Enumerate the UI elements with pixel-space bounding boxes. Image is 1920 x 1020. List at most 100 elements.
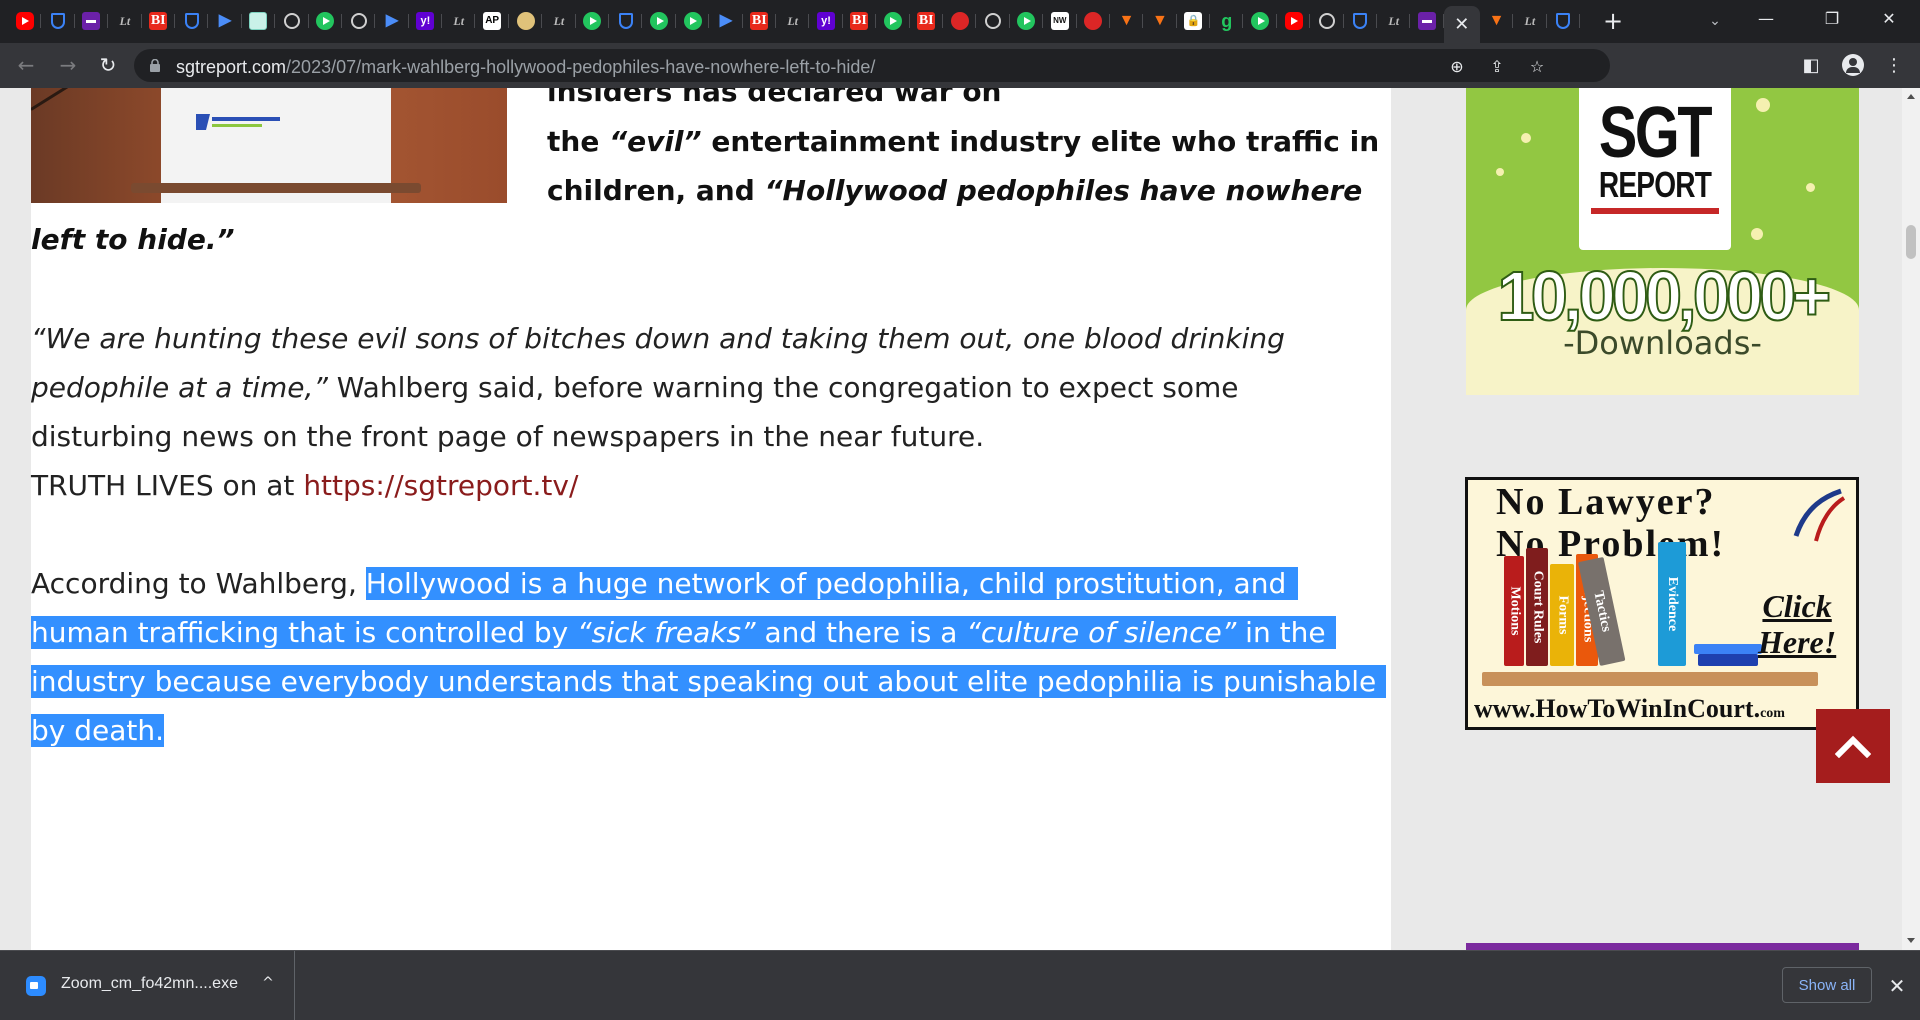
browser-tab[interactable]: Lt [108,6,142,36]
quote-text: Wahlberg said, before warning the congre… [327,371,1239,404]
new-tab-button[interactable]: + [1598,6,1628,36]
bookmark-star-icon[interactable]: ☆ [1527,56,1547,76]
browser-tab[interactable]: ▼ [1110,6,1144,36]
tab-list: Lt BI ▶ ▶ y! Lt AP Lt ▶ BI Lt y! BI BI NW ▼ ▼ 🔒 g Lt ✕ ▼ Lt [8,6,1581,43]
browser-tab[interactable]: ▼ [1143,6,1178,36]
lock-icon[interactable] [150,59,160,72]
browser-tab[interactable]: g [1210,6,1244,36]
browser-tab[interactable]: NW [1043,6,1077,36]
chevron-up-icon[interactable]: ^ [256,971,280,995]
back-button[interactable]: ← [12,51,40,79]
close-download-bar-icon[interactable]: ✕ [1884,973,1910,999]
browser-tab[interactable] [1310,6,1345,36]
article-hero-image[interactable] [31,88,507,203]
browser-tab[interactable]: Lt [776,6,810,36]
browser-tab[interactable] [309,6,343,36]
quote-culture-of-silence: “culture of silence” [966,616,1237,649]
browser-tab[interactable] [943,6,977,36]
browser-tab[interactable] [1077,6,1111,36]
page-scrollbar[interactable] [1902,88,1920,950]
browser-tab[interactable] [275,6,309,36]
play-icon [583,12,602,30]
click-here-link[interactable]: Click Here! [1758,588,1836,660]
show-all-downloads-button[interactable]: Show all [1782,967,1872,1003]
sgt-logo: SGT REPORT [1579,88,1731,250]
back-to-top-button[interactable] [1816,709,1890,783]
browser-tab[interactable] [576,6,610,36]
url-path: /2023/07/mark-wahlberg-hollywood-pedophi… [286,57,876,77]
sgt-report-ad[interactable]: SGT REPORT 10,000,000+ -Downloads- [1466,88,1859,395]
browser-tab[interactable] [1547,6,1581,36]
browser-tab[interactable] [642,6,677,36]
window-close-button[interactable]: ✕ [1866,0,1912,37]
browser-tab[interactable] [609,6,643,36]
scroll-up-arrow-icon[interactable] [1907,94,1915,99]
browser-tab[interactable] [8,6,42,36]
browser-tab-active[interactable]: ✕ [1443,6,1480,43]
browser-tab[interactable]: BI [743,6,777,36]
selected-text: industry because everybody understands t… [31,665,1387,698]
bi-icon: BI [750,12,769,30]
forward-button[interactable]: → [54,51,82,79]
book-label: Evidence [1665,576,1681,632]
profile-avatar[interactable] [1842,54,1864,76]
browser-tab[interactable] [1010,6,1044,36]
sgtreport-tv-link[interactable]: https://sgtreport.tv/ [303,469,578,502]
minimize-button[interactable]: — [1743,0,1789,37]
lock-icon: 🔒 [1184,12,1203,30]
zoom-icon[interactable]: ⊕ [1447,56,1467,76]
browser-tab[interactable] [676,6,710,36]
browser-menu-icon[interactable]: ⋮ [1880,51,1908,79]
restore-button[interactable]: ❐ [1809,0,1855,37]
browser-tab[interactable]: y! [409,6,443,36]
tab-search-button[interactable]: ⌄ [1700,6,1730,36]
browser-tab[interactable]: AP [475,6,510,36]
browser-tab[interactable]: ▶ [375,6,410,36]
browser-tab[interactable] [509,6,543,36]
browser-tab[interactable]: ▶ [208,6,243,36]
browser-tab[interactable]: Lt [542,6,577,36]
browser-tab[interactable] [1243,6,1278,36]
share-icon[interactable]: ⇪ [1487,56,1507,76]
browser-tab[interactable] [1344,6,1378,36]
selected-text: human trafficking that is controlled by … [31,616,1336,649]
browser-tab[interactable] [175,6,209,36]
browser-tab[interactable] [342,6,376,36]
logo-red-bar [1591,208,1719,214]
how-to-win-in-court-ad[interactable]: No Lawyer? No Problem! Motions Court Rul… [1465,477,1859,730]
selected-text-part: in the [1236,616,1326,649]
bookmark-icon: ▼ [1152,12,1168,29]
downloads-label: -Downloads- [1563,324,1762,362]
browser-tab[interactable]: 🔒 [1177,6,1211,36]
url-text[interactable]: sgtreport.com/2023/07/mark-wahlberg-holl… [176,57,875,78]
browser-tab[interactable]: ▼ [1480,6,1514,36]
side-panel-icon[interactable]: ◧ [1797,51,1825,79]
browser-tab[interactable] [242,6,276,36]
browser-tab[interactable]: Lt [1513,6,1547,36]
browser-tab[interactable]: BI [843,6,877,36]
browser-tab[interactable] [41,6,76,36]
address-bar[interactable]: sgtreport.com/2023/07/mark-wahlberg-holl… [134,49,1610,82]
browser-tab[interactable] [75,6,109,36]
next-ad-banner[interactable] [1466,943,1859,950]
scroll-down-arrow-icon[interactable] [1907,938,1915,943]
browser-tab[interactable]: Lt [442,6,476,36]
lite-icon: Lt [453,14,465,28]
feedly-icon: ▶ [385,12,399,29]
browser-tab[interactable]: y! [809,6,844,36]
purple-mail-icon [82,12,101,30]
browser-tab[interactable] [1277,6,1311,36]
globe-icon [1318,13,1335,29]
browser-tab[interactable]: Lt [1377,6,1411,36]
browser-tab[interactable]: BI [142,6,176,36]
browser-tab[interactable] [1410,6,1445,36]
browser-tab[interactable]: ▶ [709,6,743,36]
browser-tab[interactable] [976,6,1011,36]
quote-line-2: pedophile at a time,” Wahlberg said, bef… [31,364,1238,413]
download-item[interactable]: Zoom_cm_fo42mn....exe ^ [0,951,295,1020]
browser-tab[interactable]: BI [910,6,944,36]
scrollbar-thumb[interactable] [1906,225,1916,259]
close-tab-icon[interactable]: ✕ [1454,14,1469,35]
browser-tab[interactable] [876,6,910,36]
reload-button[interactable]: ↻ [94,51,122,79]
